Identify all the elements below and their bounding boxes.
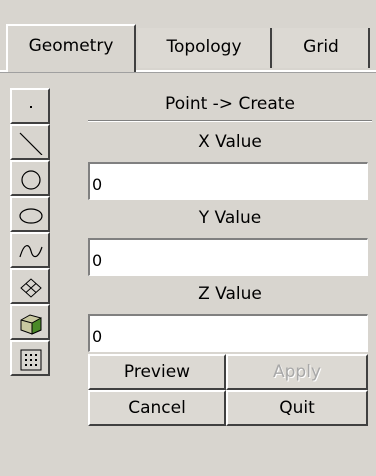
grid-points-icon (20, 349, 42, 371)
y-value-label: Y Value (198, 208, 262, 228)
grid-points-tool-button[interactable] (10, 340, 50, 376)
y-value-field[interactable] (88, 238, 368, 276)
line-icon (19, 132, 43, 155)
curve-icon (19, 245, 43, 258)
x-value-field[interactable] (88, 162, 368, 200)
tab-bar: Topology Grid Geometry (0, 0, 376, 78)
tab-divider-shadow (0, 72, 376, 73)
surface-icon (20, 278, 42, 298)
line-tool-button[interactable] (10, 124, 50, 160)
quit-button[interactable]: Quit (226, 390, 368, 426)
apply-button[interactable]: Apply (226, 354, 368, 390)
x-value-label: X Value (198, 132, 262, 152)
circle-tool-button[interactable] (10, 160, 50, 196)
panel-title: Point -> Create (165, 94, 295, 114)
tab-geometry[interactable]: Geometry (6, 24, 136, 72)
cancel-button[interactable]: Cancel (88, 390, 226, 426)
point-icon (30, 106, 32, 108)
surface-tool-button[interactable] (10, 268, 50, 304)
curve-tool-button[interactable] (10, 232, 50, 268)
circle-icon (21, 170, 41, 190)
point-tool-button[interactable] (10, 88, 50, 124)
solid-tool-button[interactable] (10, 304, 50, 340)
z-value-field[interactable] (88, 314, 368, 352)
geometry-toolbar (10, 88, 54, 376)
tab-topology[interactable]: Topology (138, 28, 272, 68)
title-divider-highlight (88, 121, 372, 122)
solid-icon (20, 314, 42, 335)
ellipse-icon (19, 208, 43, 224)
z-value-label: Z Value (198, 284, 262, 304)
ellipse-tool-button[interactable] (10, 196, 50, 232)
tab-grid[interactable]: Grid (274, 28, 370, 68)
preview-button[interactable]: Preview (88, 354, 226, 390)
